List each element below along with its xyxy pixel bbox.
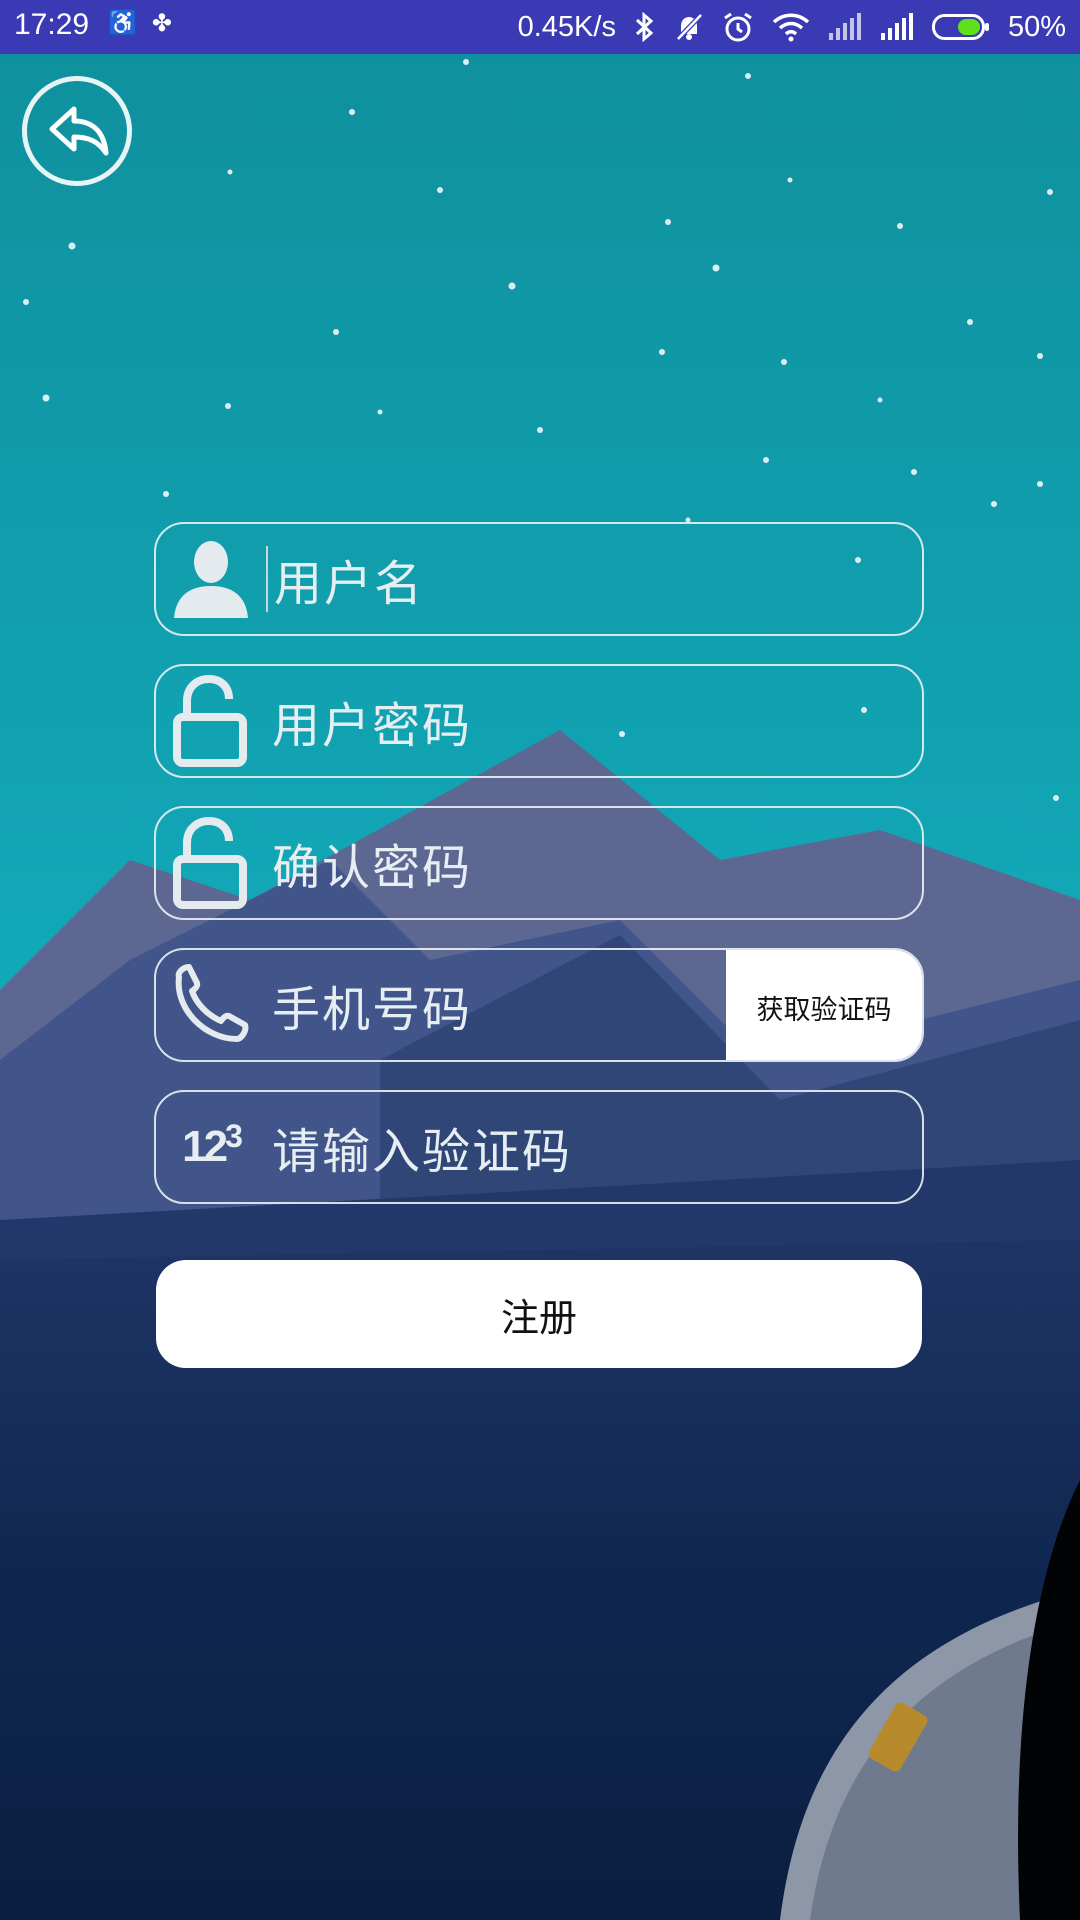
phone-field[interactable]: 手机号码 获取验证码 [154,948,924,1062]
phone-input[interactable]: 手机号码 [272,970,472,1040]
number-123-icon: 123 [156,1092,266,1202]
password-field[interactable]: 用户密码 [154,664,924,778]
alarm-icon [724,12,752,42]
number-icon-digits: 12 [182,1122,228,1171]
battery-percent: 50% [1007,10,1066,43]
status-notification-icons: ♿ ✤ [108,9,172,38]
status-time: 17:29 [14,8,90,41]
phone-icon [156,950,266,1060]
register-button[interactable]: 注册 [156,1260,922,1368]
get-code-button[interactable]: 获取验证码 [726,950,922,1060]
mute-icon [676,13,703,41]
status-right: 0.45K/s 50% [518,0,1066,54]
accessibility-icon: ♿ [108,10,138,37]
bluetooth-icon [635,12,654,42]
back-arrow-icon [49,106,109,156]
lock-icon [156,808,266,918]
text-cursor [266,546,268,612]
back-button[interactable] [22,76,132,186]
confirm-password-field[interactable]: 确认密码 [154,806,924,920]
battery-icon [931,14,989,40]
username-field[interactable]: 用户名 [154,522,924,636]
signal-icon [828,13,861,40]
confirm-password-input[interactable]: 确认密码 [272,828,472,898]
number-icon-superscript: 3 [225,1118,243,1154]
status-bar: 17:29 ♿ ✤ 0.45K/s 50% [0,0,1080,54]
user-icon [156,524,266,634]
verification-code-field[interactable]: 123 请输入验证码 [154,1090,924,1204]
verification-code-input[interactable]: 请输入验证码 [272,1112,572,1182]
wifi-icon [772,13,810,42]
password-input[interactable]: 用户密码 [272,686,472,756]
username-input[interactable]: 用户名 [274,544,424,614]
signal-icon [880,13,913,40]
lock-icon [156,666,266,776]
network-speed: 0.45K/s [517,10,616,43]
sync-icon: ✤ [151,10,172,37]
